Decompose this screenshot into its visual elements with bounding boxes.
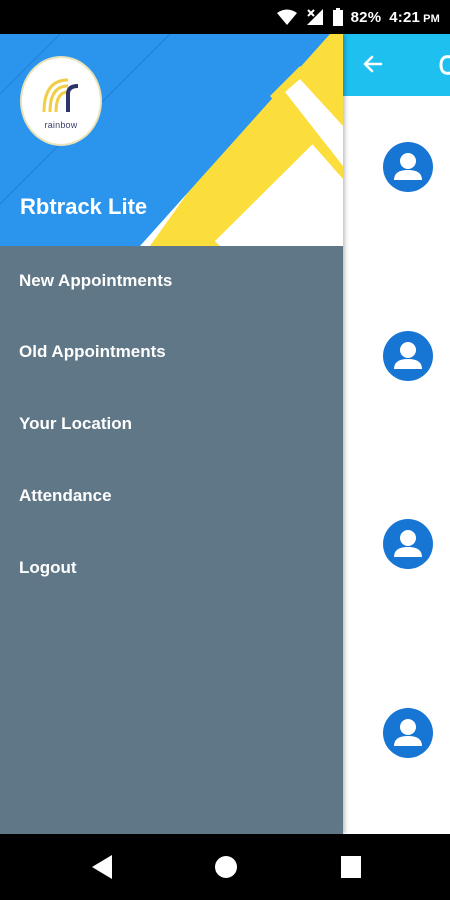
wifi-icon	[276, 9, 297, 25]
clock: 4:21 PM	[389, 9, 440, 26]
clock-time: 4:21	[389, 8, 421, 26]
status-bar: 82% 4:21 PM	[0, 0, 450, 34]
person-icon[interactable]	[383, 331, 433, 381]
navigation-drawer: rainbow Rbtrack Lite New Appointments Ol…	[0, 34, 343, 834]
menu-item-new-appointments[interactable]: New Appointments	[0, 246, 343, 316]
system-navigation-bar	[0, 834, 450, 900]
person-icon[interactable]	[383, 142, 433, 192]
menu-item-label: New Appointments	[19, 271, 173, 290]
person-icon[interactable]	[383, 708, 433, 758]
app-name: Rbtrack Lite	[20, 194, 148, 219]
menu-item-label: Old Appointments	[19, 342, 166, 361]
rainbow-logo: rainbow	[20, 56, 102, 146]
battery-percent: 82%	[350, 8, 382, 26]
drawer-header: rainbow Rbtrack Lite	[0, 34, 343, 246]
menu-item-label: Attendance	[19, 486, 112, 505]
app-toolbar	[343, 34, 450, 96]
no-signal-icon	[306, 9, 323, 25]
menu-item-attendance[interactable]: Attendance	[0, 460, 343, 532]
toolbar-title-fragment	[439, 55, 450, 75]
menu-item-old-appointments[interactable]: Old Appointments	[0, 316, 343, 388]
back-triangle-icon[interactable]	[90, 854, 114, 880]
recents-square-icon[interactable]	[340, 854, 362, 880]
menu-item-label: Your Location	[19, 414, 133, 433]
logo-text: rainbow	[44, 120, 78, 130]
rainbow-logo-icon	[42, 78, 79, 113]
clock-ampm: PM	[423, 12, 440, 25]
person-icon[interactable]	[383, 519, 433, 569]
menu-item-logout[interactable]: Logout	[0, 532, 343, 604]
battery-icon	[332, 8, 343, 26]
drawer-menu: New Appointments Old Appointments Your L…	[0, 246, 343, 604]
back-arrow-icon[interactable]	[361, 52, 385, 76]
home-circle-icon[interactable]	[214, 854, 238, 880]
menu-item-your-location[interactable]: Your Location	[0, 388, 343, 460]
appointments-screen	[343, 34, 450, 834]
menu-item-label: Logout	[19, 558, 77, 577]
